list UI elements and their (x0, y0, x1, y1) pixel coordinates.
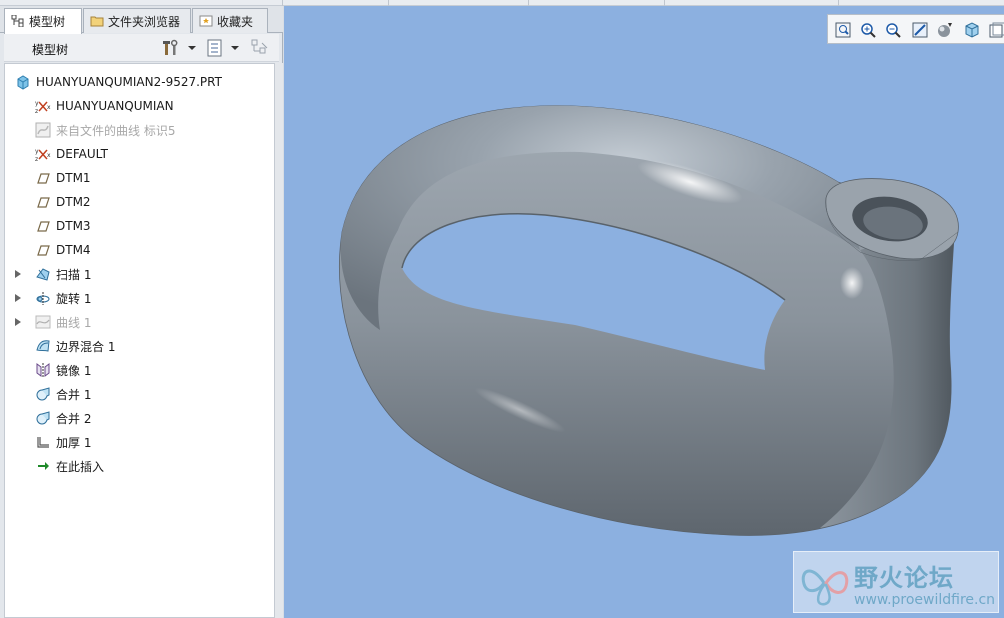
tree-item-label: DEFAULT (56, 147, 108, 161)
folder-icon (90, 16, 104, 27)
tree-item-label: 加厚 1 (56, 435, 92, 450)
tree-item-label: 来自文件的曲线 标识5 (56, 123, 176, 138)
tree-item[interactable]: DTM4 (35, 239, 91, 261)
favorites-icon (199, 15, 213, 27)
tree-item[interactable]: 在此插入 (35, 455, 104, 477)
tools-settings-icon[interactable] (162, 39, 180, 57)
tree-item-label: 在此插入 (56, 459, 105, 474)
svg-text:x: x (47, 104, 51, 111)
refit-icon[interactable] (834, 21, 852, 39)
tree-item[interactable]: 旋转 1 (15, 287, 92, 309)
svg-text:z: z (35, 108, 38, 114)
datum-plane-icon (37, 245, 50, 256)
mirror-icon (36, 363, 50, 377)
thicken-icon (37, 437, 49, 448)
tab-favorites[interactable]: 收藏夹 (192, 8, 268, 33)
merge-icon (36, 387, 50, 401)
tree-item[interactable]: DTM3 (35, 215, 91, 237)
tree-item-label: 扫描 1 (56, 267, 92, 282)
tree-item[interactable]: 合并 1 (35, 383, 91, 405)
svg-text:y: y (35, 148, 39, 155)
forum-watermark: 野火论坛 www.proewildfire.cn (793, 551, 999, 613)
tree-item-label: DTM2 (56, 195, 91, 209)
coordinate-system-icon: yz x (35, 100, 51, 114)
tree-item-label: 旋转 1 (56, 291, 92, 306)
saved-views-icon[interactable] (963, 21, 981, 39)
model-tree-title: 模型树 (32, 43, 69, 57)
tree-item[interactable]: 镜像 1 (35, 359, 91, 381)
repaint-icon[interactable] (911, 21, 929, 39)
merge-icon (36, 411, 50, 425)
datum-plane-icon (37, 197, 50, 208)
tree-item[interactable]: DTM1 (35, 167, 91, 189)
revolve-icon (36, 292, 50, 305)
tree-item[interactable]: 合并 2 (35, 407, 91, 429)
datum-plane-icon (37, 221, 50, 232)
navigator-panel: 模型树 文件夹浏览器 收藏夹 模型树 HUANYUANQUMIAN2-9527.… (0, 6, 283, 618)
butterfly-logo-icon (801, 569, 849, 606)
tree-item-label: 合并 2 (56, 411, 92, 426)
boundary-blend-icon (36, 340, 50, 352)
tree-filter-icon[interactable] (251, 39, 269, 57)
tab-model-tree[interactable]: 模型树 (4, 8, 82, 34)
model-tree-toolbar: 模型树 (4, 34, 279, 62)
tree-item[interactable]: DTM2 (35, 191, 91, 213)
watermark-title: 野火论坛 (854, 564, 954, 592)
tree-item-label: 镜像 1 (56, 363, 92, 378)
tree-item-label: HUANYUANQUMIAN2-9527.PRT (36, 75, 222, 89)
svg-text:x: x (47, 152, 51, 159)
tree-item-label: 曲线 1 (56, 315, 92, 330)
navigator-tabs: 模型树 文件夹浏览器 收藏夹 (0, 6, 283, 34)
graphics-viewport[interactable]: 野火论坛 www.proewildfire.cn (284, 6, 1004, 618)
tree-item-label: 边界混合 1 (56, 339, 116, 354)
view-toolbar (827, 14, 1004, 44)
tree-item-label: DTM4 (56, 243, 91, 257)
curve-from-file-icon (35, 122, 51, 138)
columns-dropdown-caret[interactable] (231, 46, 239, 50)
coordinate-system-icon: yz x (35, 148, 51, 162)
watermark-url: www.proewildfire.cn (854, 592, 996, 608)
tree-item[interactable]: y z x DEFAULT (35, 143, 108, 165)
tree-columns-icon[interactable] (206, 39, 224, 57)
insert-here-arrow-icon (38, 462, 49, 470)
tree-item-label: DTM1 (56, 171, 91, 185)
tree-item[interactable]: 边界混合 1 (35, 335, 115, 357)
tree-item[interactable]: 加厚 1 (35, 431, 91, 453)
tab-label: 文件夹浏览器 (108, 15, 181, 29)
panel-scrollbar[interactable] (275, 63, 283, 618)
zoom-out-icon[interactable] (884, 21, 902, 39)
tab-label: 收藏夹 (217, 15, 254, 29)
settings-dropdown-caret[interactable] (188, 46, 196, 50)
tree-item[interactable]: 曲线 1 (15, 311, 92, 333)
tree-root-part[interactable]: HUANYUANQUMIAN2-9527.PRT (15, 71, 222, 93)
expand-arrow-icon[interactable] (15, 294, 21, 302)
expand-arrow-icon[interactable] (15, 270, 21, 278)
sweep-icon (36, 268, 50, 281)
svg-text:y: y (35, 100, 39, 107)
expand-arrow-icon[interactable] (15, 318, 21, 326)
display-style-icon[interactable] (988, 21, 1004, 39)
svg-text:z: z (35, 156, 38, 162)
tree-item-label: DTM3 (56, 219, 91, 233)
datum-plane-icon (37, 173, 50, 184)
part-icon (17, 75, 29, 90)
zoom-in-icon[interactable] (859, 21, 877, 39)
tree-item[interactable]: 扫描 1 (15, 263, 92, 285)
tree-item[interactable]: y z x HUANYUANQUMIAN (35, 95, 174, 117)
shading-icon[interactable] (936, 21, 954, 39)
tree-item-label: 合并 1 (56, 387, 92, 402)
torus-ring-model[interactable] (284, 6, 1004, 618)
tab-label: 模型树 (29, 15, 66, 29)
model-tree: HUANYUANQUMIAN2-9527.PRT y z x HUANYUANQUMI… (4, 63, 275, 618)
tree-item-label: HUANYUANQUMIAN (56, 99, 174, 113)
tab-folder-browser[interactable]: 文件夹浏览器 (83, 8, 191, 33)
model-tree-icon (11, 15, 24, 27)
curve-icon (35, 315, 51, 329)
tree-item[interactable]: 来自文件的曲线 标识5 (35, 119, 175, 141)
